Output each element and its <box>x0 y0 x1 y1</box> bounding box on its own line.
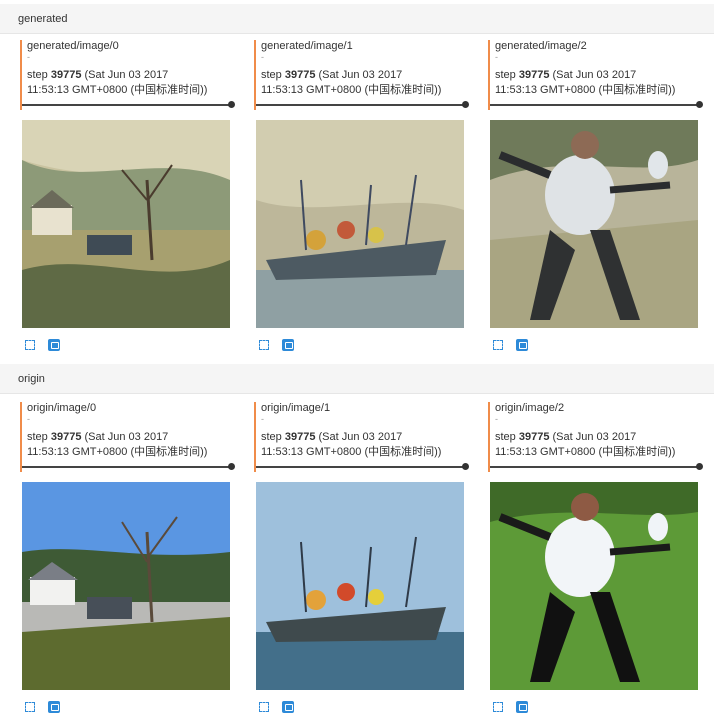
card-separator: - <box>495 52 498 62</box>
step-label: step <box>261 431 282 443</box>
group-header-origin[interactable]: origin <box>0 364 714 394</box>
step-value: 39775 <box>518 431 550 443</box>
step-label: step <box>27 431 48 443</box>
step-slider[interactable] <box>490 463 703 470</box>
step-slider[interactable] <box>256 463 469 470</box>
card-tag: origin/image/0 <box>27 402 97 414</box>
step-value: 39775 <box>284 69 316 81</box>
step-label: step <box>495 69 516 81</box>
card-step-info: step 39775 (Sat Jun 03 2017 11:53:13 GMT… <box>261 430 441 460</box>
card-tag: generated/image/2 <box>495 40 587 52</box>
date-line1: (Sat Jun 03 2017 <box>318 69 403 81</box>
step-value: 39775 <box>518 69 550 81</box>
card-actions <box>492 336 536 351</box>
step-slider[interactable] <box>22 101 235 108</box>
image-thumbnail[interactable] <box>22 482 230 690</box>
step-value: 39775 <box>50 431 82 443</box>
group-header-generated[interactable]: generated <box>0 4 714 34</box>
image-card: origin/image/2 - step 39775 (Sat Jun 03 … <box>488 402 703 713</box>
card-actions <box>258 336 302 351</box>
card-step-info: step 39775 (Sat Jun 03 2017 11:53:13 GMT… <box>261 68 441 98</box>
date-line2: 11:53:13 GMT+0800 (中国标准时间)) <box>261 84 442 96</box>
date-line1: (Sat Jun 03 2017 <box>84 69 169 81</box>
fit-to-screen-icon[interactable] <box>258 701 270 713</box>
card-actions <box>492 698 536 713</box>
slider-knob[interactable] <box>228 101 235 108</box>
step-label: step <box>495 431 516 443</box>
step-label: step <box>27 69 48 81</box>
open-image-icon[interactable] <box>48 700 61 713</box>
image-card: generated/image/2 - step 39775 (Sat Jun … <box>488 40 703 351</box>
date-line1: (Sat Jun 03 2017 <box>552 431 637 443</box>
card-tag: origin/image/1 <box>261 402 331 414</box>
fit-to-screen-icon[interactable] <box>492 701 504 713</box>
card-tag: origin/image/2 <box>495 402 565 414</box>
group-title: generated <box>18 13 68 25</box>
group-title: origin <box>18 373 45 385</box>
card-actions <box>24 698 68 713</box>
fit-to-screen-icon[interactable] <box>24 339 36 351</box>
slider-knob[interactable] <box>228 463 235 470</box>
image-thumbnail[interactable] <box>490 482 698 690</box>
date-line1: (Sat Jun 03 2017 <box>318 431 403 443</box>
fit-to-screen-icon[interactable] <box>24 701 36 713</box>
fit-to-screen-icon[interactable] <box>492 339 504 351</box>
slider-knob[interactable] <box>696 463 703 470</box>
card-header: generated/image/0 - step 39775 (Sat Jun … <box>20 40 235 110</box>
slider-knob[interactable] <box>462 463 469 470</box>
card-separator: - <box>27 414 30 424</box>
image-card: origin/image/0 - step 39775 (Sat Jun 03 … <box>20 402 235 713</box>
open-image-icon[interactable] <box>282 700 295 713</box>
step-value: 39775 <box>284 431 316 443</box>
image-thumbnail[interactable] <box>22 120 230 328</box>
card-separator: - <box>495 414 498 424</box>
open-image-icon[interactable] <box>282 338 295 351</box>
date-line2: 11:53:13 GMT+0800 (中国标准时间)) <box>27 84 208 96</box>
open-image-icon[interactable] <box>48 338 61 351</box>
image-card: origin/image/1 - step 39775 (Sat Jun 03 … <box>254 402 469 713</box>
card-header: generated/image/2 - step 39775 (Sat Jun … <box>488 40 703 110</box>
date-line1: (Sat Jun 03 2017 <box>84 431 169 443</box>
card-step-info: step 39775 (Sat Jun 03 2017 11:53:13 GMT… <box>27 68 207 98</box>
card-step-info: step 39775 (Sat Jun 03 2017 11:53:13 GMT… <box>27 430 207 460</box>
card-separator: - <box>261 414 264 424</box>
card-header: origin/image/1 - step 39775 (Sat Jun 03 … <box>254 402 469 472</box>
card-header: generated/image/1 - step 39775 (Sat Jun … <box>254 40 469 110</box>
open-image-icon[interactable] <box>516 700 529 713</box>
step-slider[interactable] <box>490 101 703 108</box>
fit-to-screen-icon[interactable] <box>258 339 270 351</box>
image-thumbnail[interactable] <box>256 120 464 328</box>
step-slider[interactable] <box>256 101 469 108</box>
date-line2: 11:53:13 GMT+0800 (中国标准时间)) <box>495 446 676 458</box>
card-separator: - <box>27 52 30 62</box>
card-tag: generated/image/1 <box>261 40 353 52</box>
image-thumbnail[interactable] <box>490 120 698 328</box>
card-header: origin/image/2 - step 39775 (Sat Jun 03 … <box>488 402 703 472</box>
step-value: 39775 <box>50 69 82 81</box>
card-step-info: step 39775 (Sat Jun 03 2017 11:53:13 GMT… <box>495 68 675 98</box>
card-tag: generated/image/0 <box>27 40 119 52</box>
card-step-info: step 39775 (Sat Jun 03 2017 11:53:13 GMT… <box>495 430 675 460</box>
date-line2: 11:53:13 GMT+0800 (中国标准时间)) <box>495 84 676 96</box>
date-line1: (Sat Jun 03 2017 <box>552 69 637 81</box>
image-thumbnail[interactable] <box>256 482 464 690</box>
slider-knob[interactable] <box>462 101 469 108</box>
step-slider[interactable] <box>22 463 235 470</box>
step-label: step <box>261 69 282 81</box>
card-actions <box>24 336 68 351</box>
date-line2: 11:53:13 GMT+0800 (中国标准时间)) <box>27 446 208 458</box>
card-header: origin/image/0 - step 39775 (Sat Jun 03 … <box>20 402 235 472</box>
date-line2: 11:53:13 GMT+0800 (中国标准时间)) <box>261 446 442 458</box>
card-separator: - <box>261 52 264 62</box>
open-image-icon[interactable] <box>516 338 529 351</box>
slider-knob[interactable] <box>696 101 703 108</box>
image-card: generated/image/0 - step 39775 (Sat Jun … <box>20 40 235 351</box>
card-actions <box>258 698 302 713</box>
image-card: generated/image/1 - step 39775 (Sat Jun … <box>254 40 469 351</box>
